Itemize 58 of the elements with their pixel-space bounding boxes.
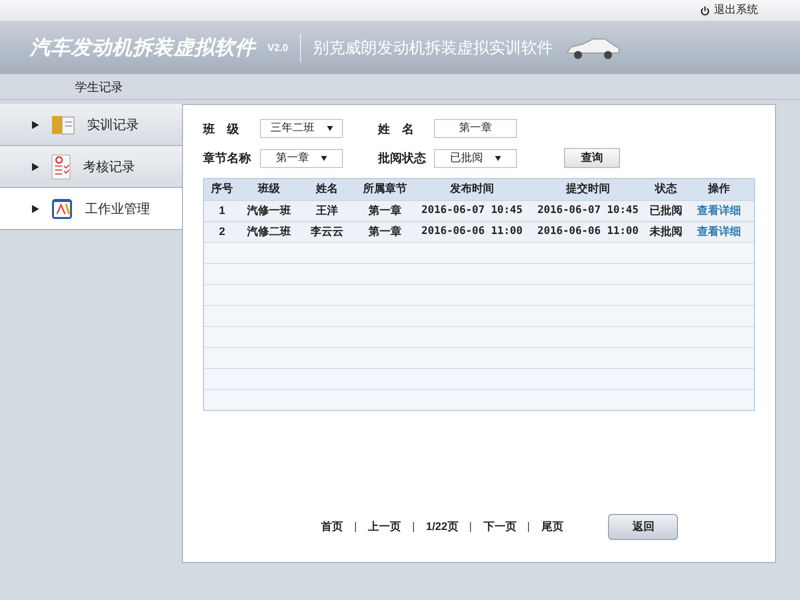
car-icon: [565, 36, 622, 60]
sidebar-item[interactable]: 考核记录: [0, 146, 182, 188]
table-cell-text: 2: [218, 224, 226, 240]
view-details-link[interactable]: 查看详细: [686, 202, 752, 220]
table-cell-text: 2016-06-06 11:00: [536, 224, 640, 240]
pagination-link[interactable]: 尾页: [541, 518, 564, 536]
caret-icon: [321, 156, 327, 160]
table-cell-text: 王洋: [315, 204, 339, 219]
caret-icon: [495, 156, 501, 160]
table-cell-text: 第一章: [368, 204, 402, 219]
triangle-icon: [32, 120, 39, 128]
version-label: V2.0: [268, 42, 288, 56]
column-header: 操作: [706, 182, 731, 198]
table-cell-text: 第一章: [368, 224, 402, 240]
filter-label: 班 级: [203, 120, 240, 138]
query-button[interactable]: 查询: [564, 148, 620, 168]
sidebar-item[interactable]: 工作业管理: [0, 188, 182, 230]
dropdown-field[interactable]: 已批阅: [434, 148, 517, 168]
table-cell-text: 2016-06-07 10:45: [420, 203, 524, 218]
sidebar-item[interactable]: 实训记录: [0, 104, 182, 146]
app-subtitle: 别克威朗发动机拆装虚拟实训软件: [313, 37, 554, 59]
column-header: 姓名: [314, 182, 339, 198]
checklist-icon: [51, 154, 71, 180]
table-cell-text: 2016-06-07 10:45: [536, 203, 640, 218]
table-cell-text: 未批阅: [648, 224, 684, 240]
caret-icon: [326, 126, 332, 131]
filter-label: 姓 名: [378, 120, 415, 138]
logout-button[interactable]: 退出系统: [700, 2, 758, 19]
column-header: 序号: [210, 182, 234, 198]
dropdown-field[interactable]: 第一章: [260, 148, 343, 168]
input-field[interactable]: 第一章: [434, 119, 517, 138]
table-cell-text: 2016-06-06 11:00: [420, 224, 524, 240]
pagination-link[interactable]: 首页: [321, 518, 343, 536]
column-header: 发布时间: [448, 182, 495, 198]
view-details-link[interactable]: 查看详细: [686, 224, 752, 240]
table-cell-text: 已批阅: [648, 204, 684, 219]
pencil-icon: [51, 198, 73, 220]
table-cell-text: 李云云: [310, 224, 344, 240]
triangle-icon: [32, 204, 39, 212]
table-cell-text: 汽修二班: [246, 224, 292, 240]
triangle-icon: [32, 162, 39, 170]
filter-label: 批阅状态: [378, 150, 427, 167]
column-header: 所属章节: [362, 182, 408, 198]
book-icon: [51, 114, 75, 136]
filter-label: 章节名称: [203, 150, 252, 167]
app-title: 汽车发动机拆装虚拟软件: [30, 36, 256, 61]
back-button[interactable]: 返回: [608, 514, 678, 540]
section-title: 学生记录: [75, 78, 123, 96]
column-header: 提交时间: [564, 182, 611, 198]
table-cell-text: 汽修一班: [246, 204, 292, 219]
dropdown-field[interactable]: 三年二班: [260, 119, 343, 138]
table-cell-text: 1: [218, 204, 226, 219]
pagination-link[interactable]: 下一页: [483, 518, 516, 536]
pagination-link[interactable]: 1/22页: [426, 518, 458, 536]
pagination-link[interactable]: 上一页: [368, 518, 401, 536]
power-icon: [700, 6, 710, 16]
column-header: 班级: [256, 182, 281, 198]
column-header: 状态: [654, 182, 678, 198]
